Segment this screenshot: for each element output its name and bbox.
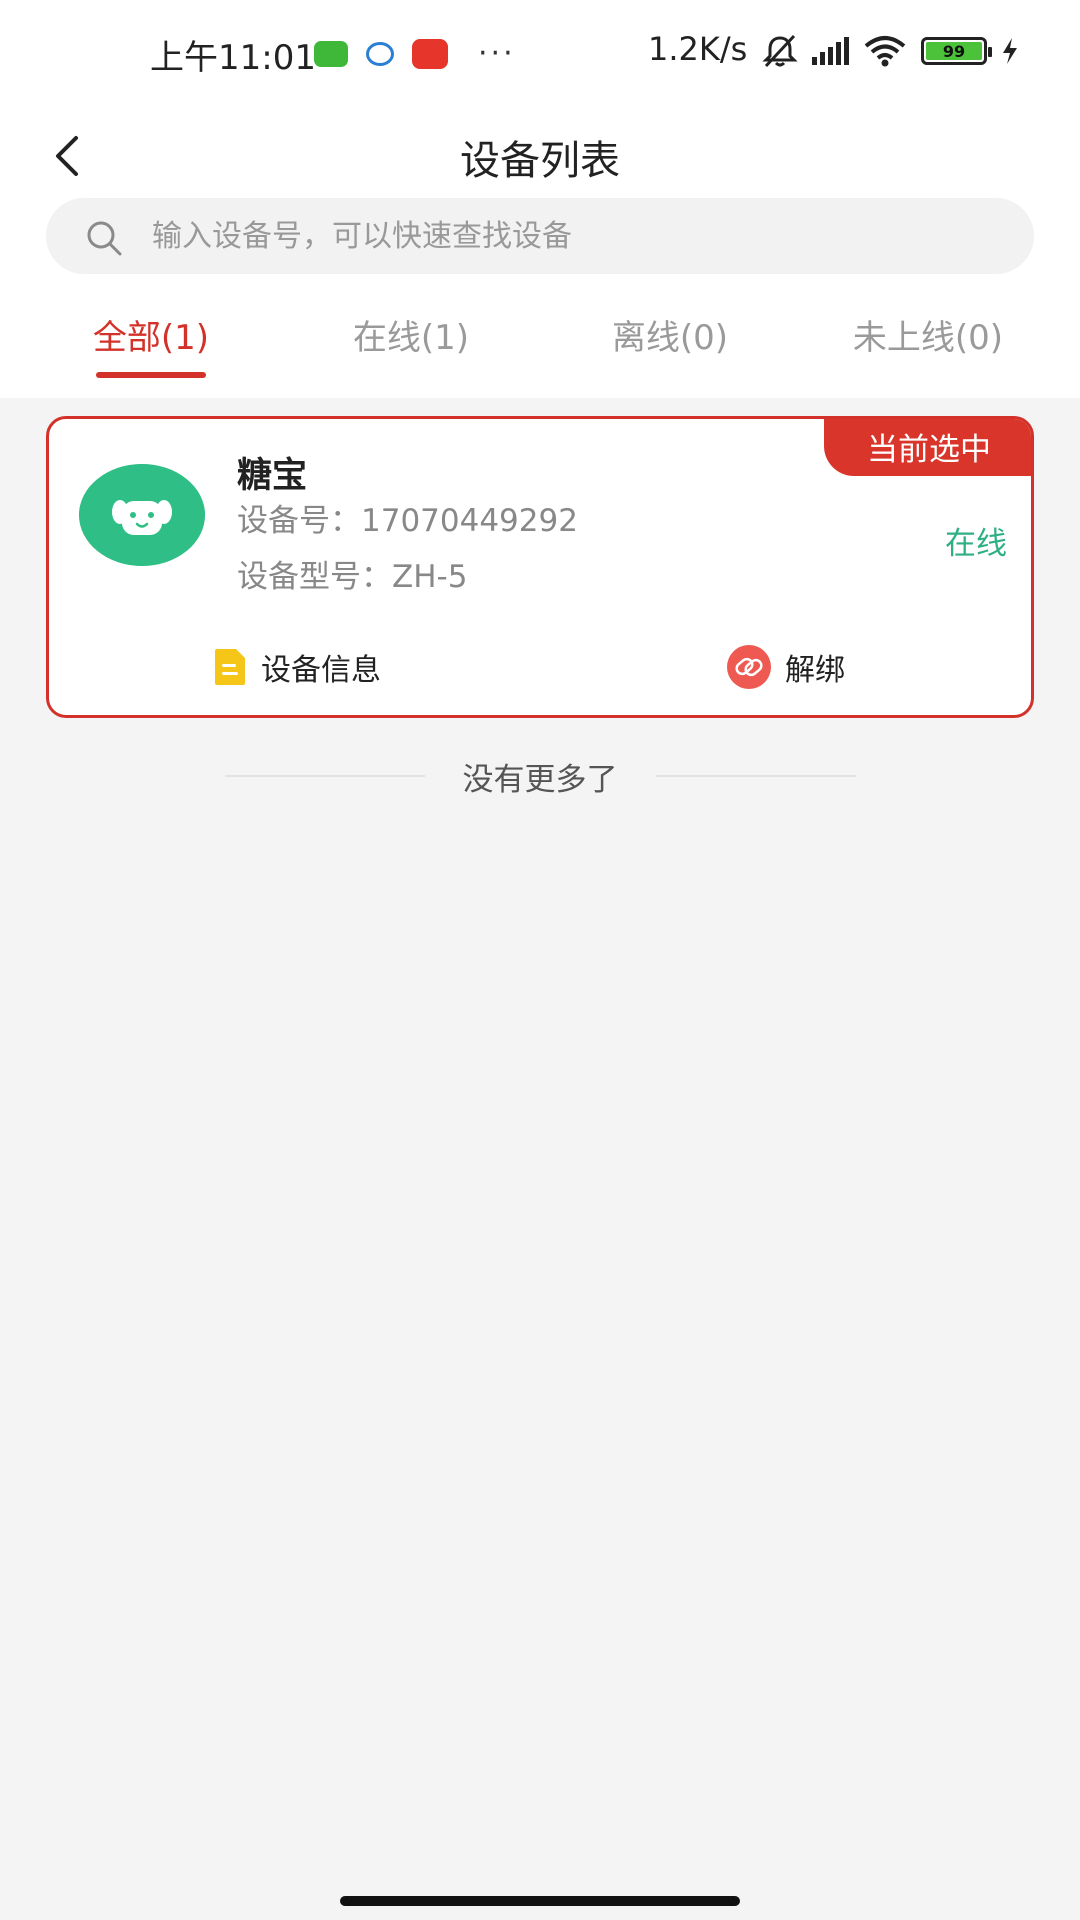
battery-icon: 99 — [921, 37, 992, 65]
mute-bell-icon — [762, 34, 798, 68]
taobao-notification-icon — [412, 38, 448, 69]
tab-offline[interactable]: 离线(0) — [540, 310, 800, 359]
device-info-label: 设备信息 — [261, 653, 381, 688]
page-title: 设备列表 — [460, 138, 620, 184]
dog-avatar-icon — [79, 464, 205, 566]
search-icon — [87, 221, 122, 256]
notification-icons: ··· — [314, 36, 516, 71]
document-icon — [215, 649, 245, 685]
cellular-signal-icon — [812, 37, 849, 65]
wifi-icon — [864, 36, 906, 67]
divider-right — [655, 775, 856, 777]
device-model: 设备型号：ZH-5 — [237, 559, 468, 595]
charging-bolt-icon — [1003, 38, 1017, 64]
system-icons: 99 — [762, 34, 1019, 68]
active-tab-indicator — [96, 372, 206, 378]
no-more-text: 没有更多了 — [462, 761, 618, 798]
status-bar: 上午11:01 ··· 1.2K/s 99 — [0, 0, 1080, 104]
tab-all[interactable]: 全部(1) — [21, 310, 281, 359]
filter-tabs: 全部(1) 在线(1) 离线(0) 未上线(0) — [0, 310, 1080, 390]
unlink-icon — [727, 645, 771, 689]
device-card[interactable]: 当前选中 糖宝 设备号：17070449292 设备型号：ZH-5 在线 设备信… — [46, 416, 1034, 718]
more-notifications-icon: ··· — [478, 36, 516, 71]
selected-badge: 当前选中 — [824, 419, 1031, 476]
device-status-online: 在线 — [945, 526, 1007, 562]
search-bar[interactable] — [46, 198, 1034, 274]
nav-header: 设备列表 — [0, 104, 1080, 208]
device-info-button[interactable]: 设备信息 — [213, 645, 381, 689]
home-indicator[interactable] — [340, 1896, 740, 1906]
battery-level: 99 — [926, 42, 982, 61]
wechat-notification-icon — [314, 40, 348, 67]
chat-bubble-notification-icon — [366, 41, 394, 66]
unbind-label: 解绑 — [785, 653, 845, 688]
network-speed: 1.2K/s — [648, 30, 748, 68]
divider-left — [224, 775, 425, 777]
list-end-indicator: 没有更多了 — [0, 754, 1080, 798]
tab-online[interactable]: 在线(1) — [281, 310, 541, 359]
search-input[interactable] — [152, 198, 1012, 274]
unbind-button[interactable]: 解绑 — [727, 645, 845, 689]
status-time: 上午11:01 — [150, 38, 316, 78]
device-id: 设备号：17070449292 — [237, 503, 578, 539]
tab-never-online[interactable]: 未上线(0) — [798, 310, 1058, 359]
device-name: 糖宝 — [237, 456, 308, 496]
